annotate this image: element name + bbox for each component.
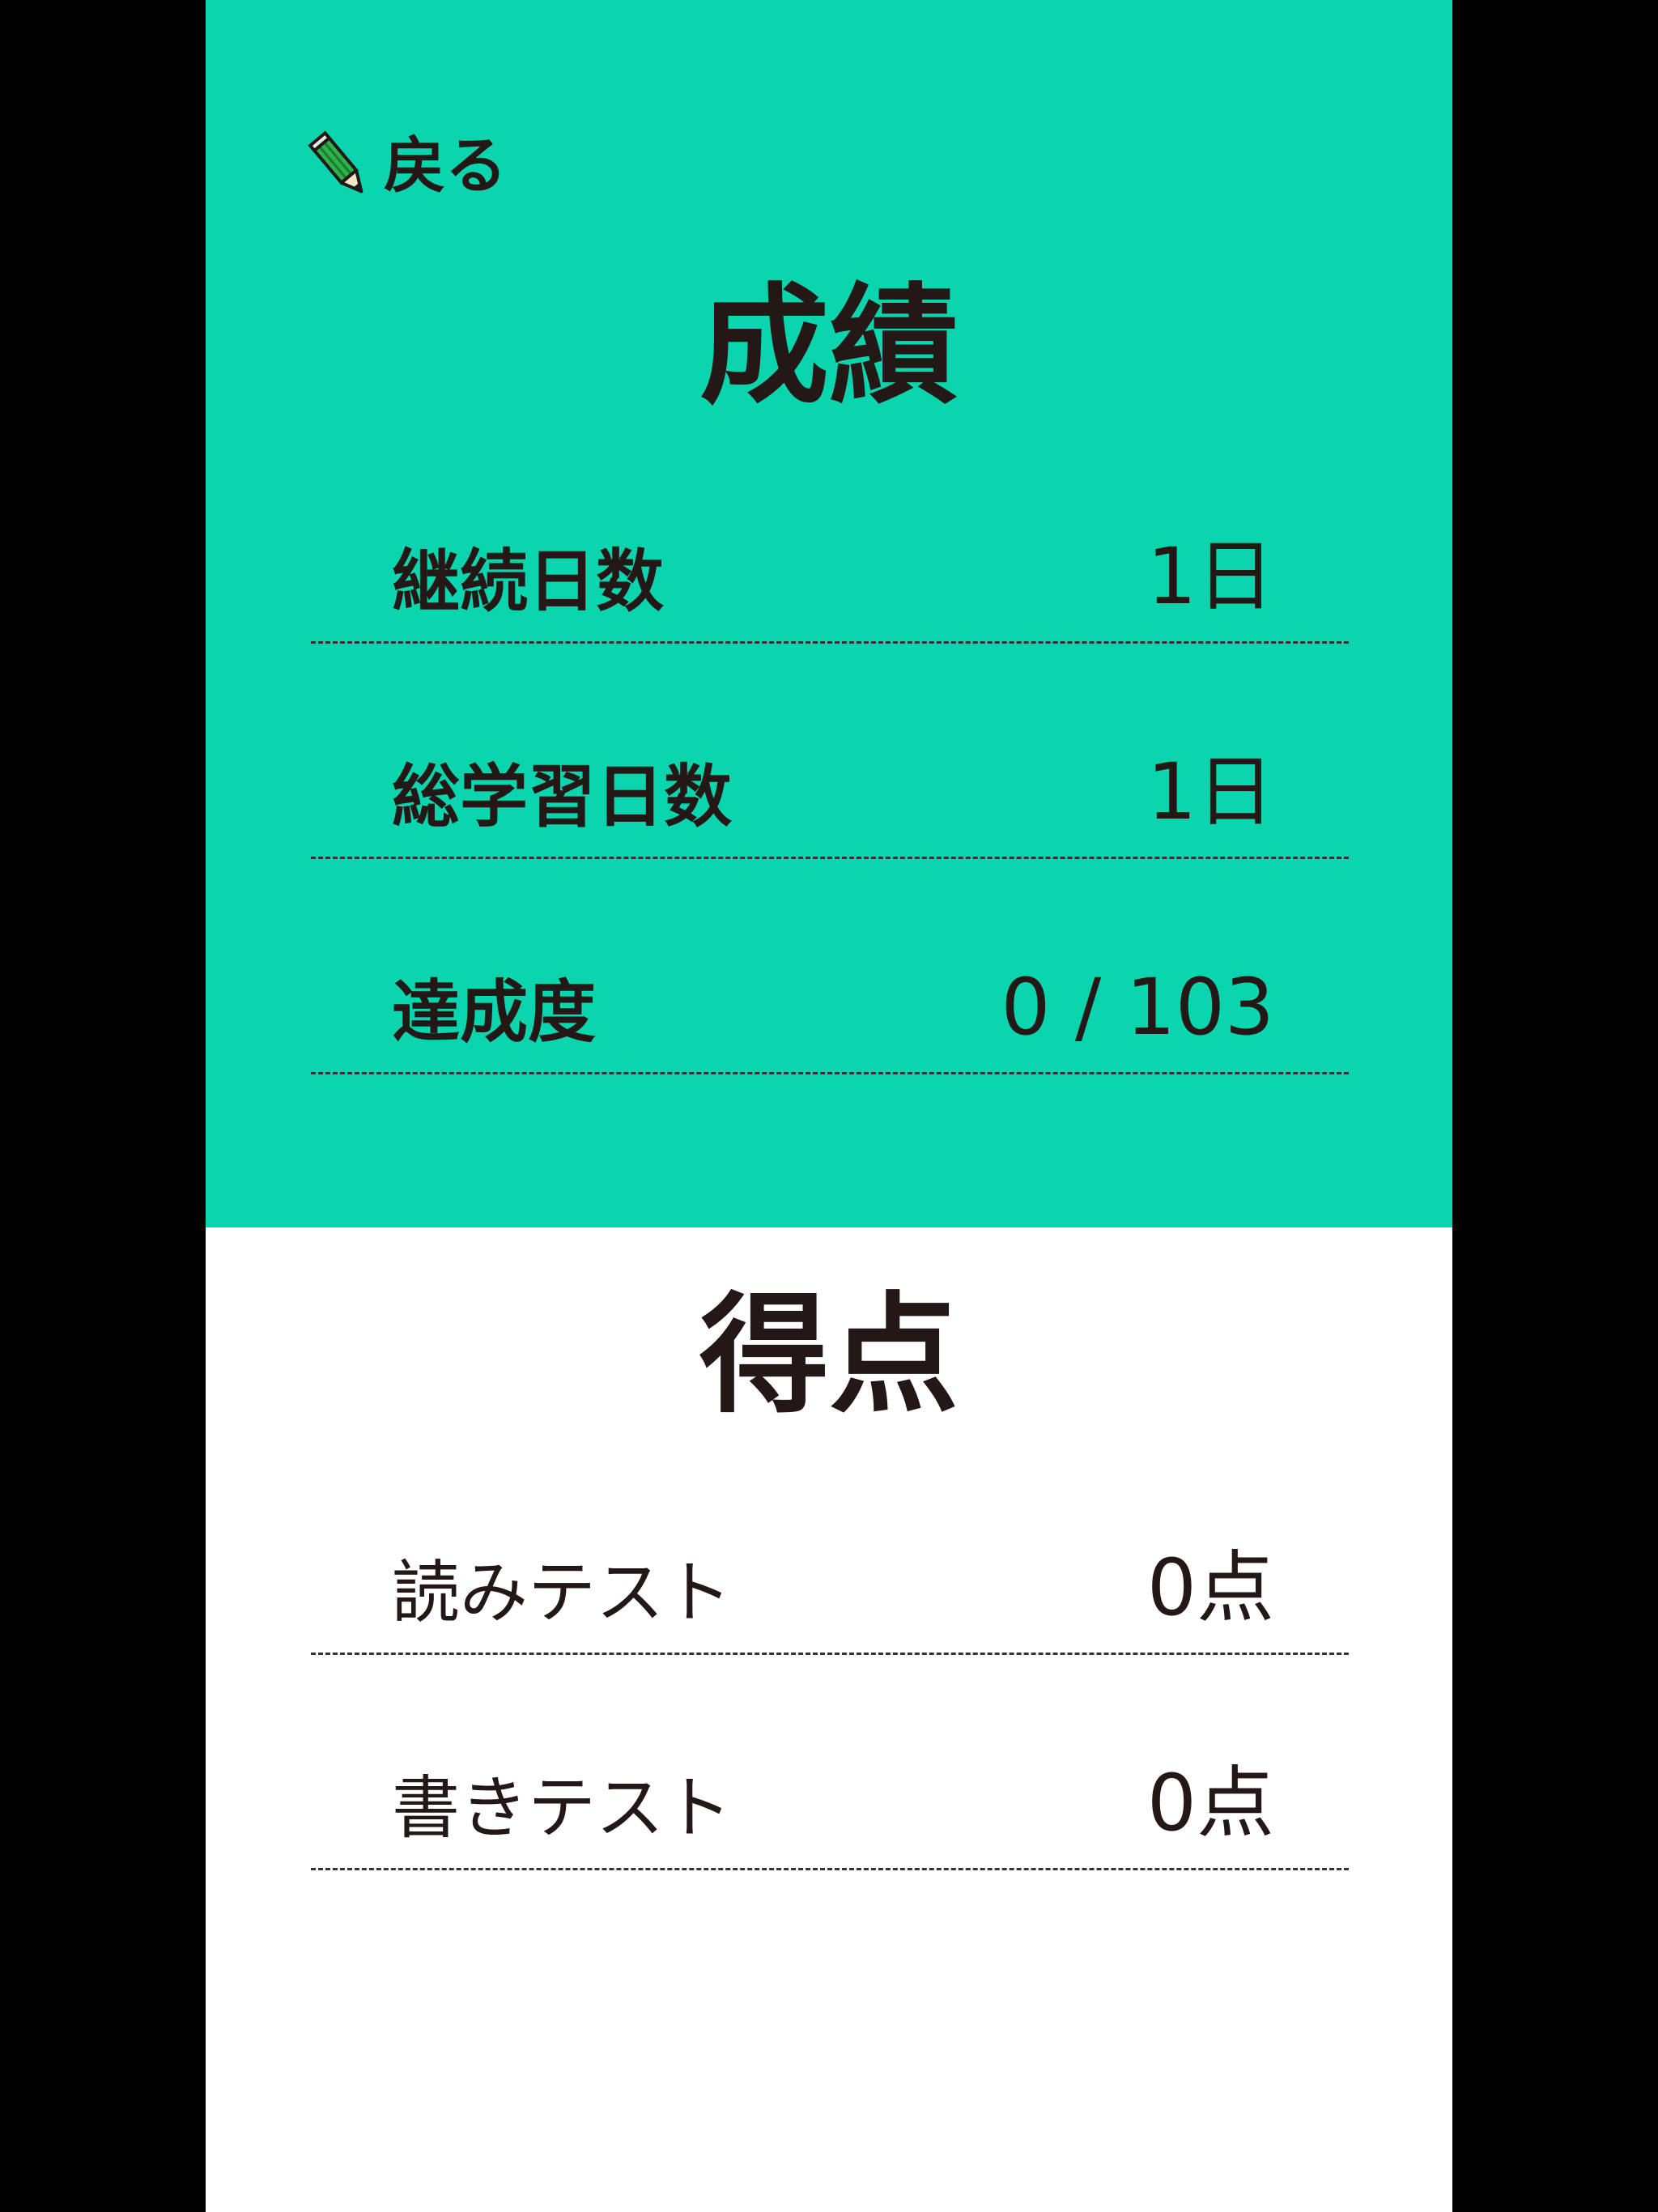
- stat-row-achievement: 達成度 0 / 103: [311, 967, 1349, 1074]
- back-button[interactable]: 戻る: [308, 130, 507, 202]
- score-row-writing-test: 書きテスト 0点: [311, 1763, 1349, 1870]
- results-panel: 戻る 成績 継続日数 1日 総学習日数 1日 達成度 0 / 103: [206, 0, 1452, 1227]
- stat-value: 0 / 103: [1001, 962, 1274, 1053]
- stat-label: 達成度: [392, 972, 597, 1052]
- score-title: 得点: [699, 1279, 959, 1431]
- back-label: 戻る: [384, 130, 507, 202]
- pencil-icon: [308, 130, 363, 194]
- score-value: 0点: [1146, 1542, 1274, 1633]
- stat-label: 総学習日数: [392, 757, 733, 836]
- score-row-reading-test: 読みテスト 0点: [311, 1547, 1349, 1655]
- screen: 戻る 成績 継続日数 1日 総学習日数 1日 達成度 0 / 103 得点 読み…: [0, 0, 1658, 2212]
- score-label: 読みテスト: [392, 1553, 733, 1632]
- stat-value: 1日: [1146, 531, 1274, 622]
- score-label: 書きテスト: [392, 1768, 733, 1848]
- stat-row-total-study-days: 総学習日数 1日: [311, 751, 1349, 859]
- stat-value: 1日: [1146, 747, 1274, 837]
- results-title: 成績: [699, 270, 959, 422]
- score-value: 0点: [1146, 1758, 1274, 1848]
- stat-row-streak-days: 継続日数 1日: [311, 536, 1349, 644]
- stat-label: 継続日数: [392, 542, 665, 621]
- app-screen: 戻る 成績 継続日数 1日 総学習日数 1日 達成度 0 / 103 得点 読み…: [206, 0, 1452, 2212]
